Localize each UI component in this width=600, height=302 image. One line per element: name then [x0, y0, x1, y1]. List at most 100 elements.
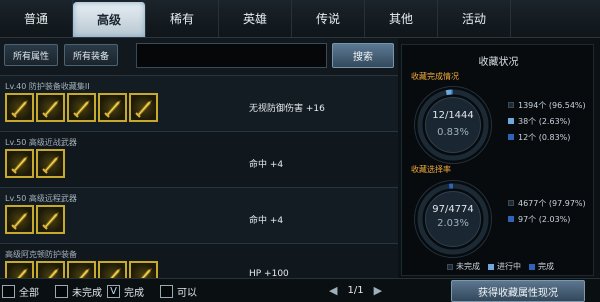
item-icons	[5, 261, 158, 278]
legend-text: 38个 (2.63%)	[518, 116, 571, 126]
legend-text: 1394个 (96.54%)	[518, 100, 586, 110]
complete-swatch	[508, 134, 514, 140]
collection-stats-button[interactable]: 获得收藏属性现况	[451, 280, 585, 302]
checkbox-label: 未完成	[72, 288, 102, 299]
completion-legend: 1394个 (96.54%) 38个 (2.63%) 12个 (0.83%)	[508, 97, 586, 145]
equipment-slot[interactable]	[98, 261, 127, 278]
equipment-icon	[41, 99, 59, 118]
equipment-slot[interactable]	[129, 93, 158, 122]
equipment-slot[interactable]	[5, 205, 34, 234]
legend-complete: 完成	[529, 261, 554, 272]
equipment-icon	[103, 99, 121, 118]
equipment-slot[interactable]	[5, 93, 34, 122]
pagination: ◀ 1/1 ▶	[329, 284, 382, 297]
item-icons	[5, 149, 65, 178]
item-title: Lv.50 高级远程武器	[5, 194, 77, 203]
incomplete-swatch	[508, 102, 514, 108]
equipment-slot[interactable]	[67, 261, 96, 278]
prev-page-icon[interactable]: ◀	[329, 284, 337, 297]
list-item[interactable]: 高级阿克顿防护装备 HP +100	[0, 243, 398, 278]
legend-text: 4677个 (97.97%)	[518, 198, 586, 208]
checkbox[interactable]	[55, 285, 68, 298]
equipment-icon	[10, 211, 28, 230]
item-title: Lv.50 高级近战武器	[5, 138, 77, 147]
selection-label: 收藏选择率	[411, 165, 451, 174]
complete-swatch	[508, 216, 514, 222]
completion-count: 12/1444	[432, 110, 474, 121]
incomplete-swatch	[508, 200, 514, 206]
list-item[interactable]: Lv.40 防护装备收藏集II 无视防御伤害 +16	[0, 75, 398, 131]
filter-bar: 所有属性 所有装备	[4, 44, 119, 66]
item-title: Lv.40 防护装备收藏集II	[5, 82, 90, 91]
equipment-icon	[41, 155, 59, 174]
legend-text: 97个 (2.03%)	[518, 214, 571, 224]
equipment-icon	[41, 211, 59, 230]
equipment-icon	[108, 267, 121, 278]
item-icons	[5, 205, 65, 234]
tab-advanced[interactable]: 高级	[73, 2, 146, 37]
legend-item: 1394个 (96.54%)	[508, 97, 586, 113]
filter-complete-checkbox[interactable]: V 完成	[107, 284, 144, 299]
equipment-slot[interactable]	[67, 93, 96, 122]
checkbox[interactable]	[2, 285, 15, 298]
tab-legend[interactable]: 传说	[292, 0, 365, 37]
in-progress-swatch	[508, 118, 514, 124]
category-tabs: 普通 高级 稀有 英雄 传说 其他 活动	[0, 0, 600, 38]
equipment-slot[interactable]	[5, 149, 34, 178]
search-button[interactable]: 搜索	[332, 43, 394, 68]
legend-item: 38个 (2.63%)	[508, 113, 586, 129]
checkbox[interactable]	[160, 285, 173, 298]
item-stat: 命中 +4	[249, 160, 284, 170]
ring-center	[425, 97, 481, 153]
equipment-icon	[134, 99, 152, 118]
equipment-icon	[72, 99, 90, 118]
collection-list: Lv.40 防护装备收藏集II 无视防御伤害 +16 Lv.50 高级近战武器 …	[0, 75, 398, 278]
status-legend: 未完成 进行中 完成	[447, 261, 554, 272]
equipment-slot[interactable]	[5, 261, 34, 278]
completion-percent: 0.83%	[437, 127, 469, 138]
equipment-slot[interactable]	[98, 93, 127, 122]
collection-status-panel: 收藏状况 收藏完成情况 12/1444 0.83% 97/4774 2.03% …	[401, 44, 594, 276]
list-item[interactable]: Lv.50 高级远程武器 命中 +4	[0, 187, 398, 243]
bottom-bar: 全部 未完成 V 完成 可以 ◀ 1/1 ▶ 获得收藏属性现况	[0, 278, 600, 302]
tab-event[interactable]: 活动	[438, 0, 511, 37]
legend-item: 97个 (2.03%)	[508, 211, 586, 227]
equipment-icon	[139, 267, 152, 278]
equipment-slot[interactable]	[36, 261, 65, 278]
equipment-slot[interactable]	[36, 205, 65, 234]
list-item[interactable]: Lv.50 高级近战武器 命中 +4	[0, 131, 398, 187]
status-rings: 12/1444 0.83% 97/4774 2.03%	[414, 86, 492, 258]
collection-list-panel: 所有属性 所有装备 搜索 Lv.40 防护装备收藏集II 无视防御伤害 +16 …	[0, 38, 398, 278]
filter-incomplete-checkbox[interactable]: 未完成	[55, 284, 102, 299]
checkbox-label: 可以	[177, 288, 197, 299]
equipment-icon	[10, 155, 28, 174]
selection-percent: 2.03%	[437, 218, 469, 229]
item-stat: 无视防御伤害 +16	[249, 104, 325, 114]
filter-all-checkbox[interactable]: 全部	[2, 284, 39, 299]
item-stat: HP +100	[249, 269, 289, 278]
tab-normal[interactable]: 普通	[0, 0, 73, 37]
all-equipment-button[interactable]: 所有装备	[64, 44, 119, 66]
selection-legend: 4677个 (97.97%) 97个 (2.03%)	[508, 195, 586, 227]
tab-rare[interactable]: 稀有	[146, 0, 219, 37]
filter-available-checkbox[interactable]: 可以	[160, 284, 197, 299]
tab-other[interactable]: 其他	[365, 0, 438, 37]
item-stat: 命中 +4	[249, 216, 284, 226]
next-page-icon[interactable]: ▶	[374, 284, 382, 297]
tab-hero[interactable]: 英雄	[219, 0, 292, 37]
all-attributes-button[interactable]: 所有属性	[4, 44, 59, 66]
equipment-slot[interactable]	[36, 93, 65, 122]
checkbox-label: 全部	[19, 288, 39, 299]
selection-count: 97/4774	[432, 204, 474, 215]
equipment-slot[interactable]	[36, 149, 65, 178]
equipment-icon	[77, 267, 90, 278]
equipment-icon	[10, 99, 28, 118]
legend-item: 4677个 (97.97%)	[508, 195, 586, 211]
legend-in-progress: 进行中	[488, 261, 521, 272]
search-input[interactable]	[136, 43, 327, 68]
checkbox-checked[interactable]: V	[107, 285, 120, 298]
equipment-slot[interactable]	[129, 261, 158, 278]
legend-incomplete: 未完成	[447, 261, 480, 272]
legend-text: 12个 (0.83%)	[518, 132, 571, 142]
equipment-icon	[46, 267, 59, 278]
